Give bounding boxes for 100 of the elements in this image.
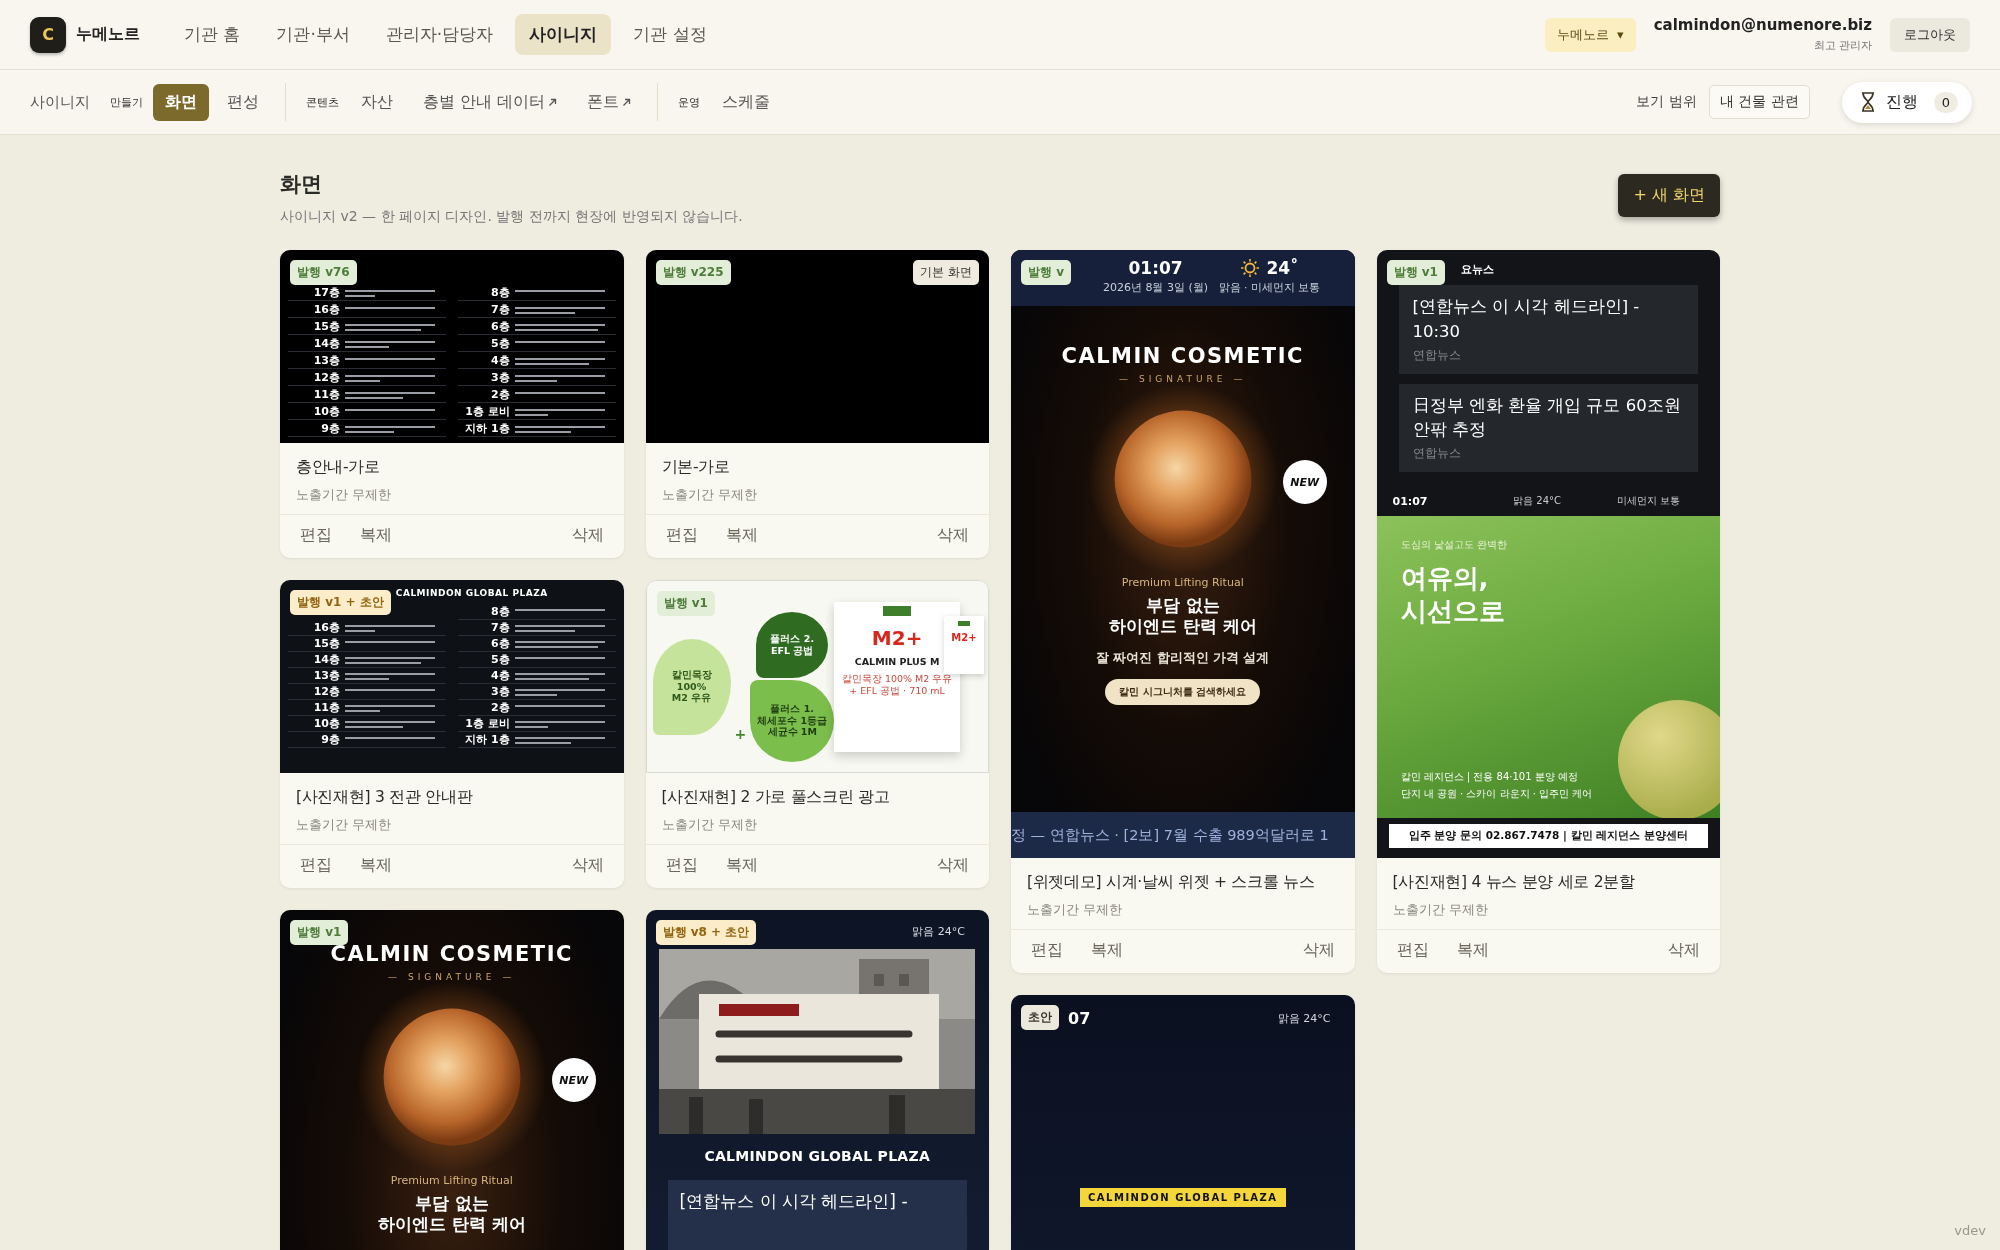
- duplicate-button[interactable]: 복제: [1456, 940, 1489, 961]
- product-name: CALMIN PLUS M: [854, 655, 940, 667]
- floor-label: 15층: [312, 636, 340, 651]
- brand-title: CALMIN COSMETIC: [330, 942, 573, 966]
- logout-button[interactable]: 로그아웃: [1890, 17, 1970, 52]
- edit-button[interactable]: 편집: [1031, 940, 1063, 961]
- card-title: 층안내-가로: [296, 457, 381, 478]
- nav-tab[interactable]: 기관 홈: [170, 14, 255, 55]
- duplicate-button[interactable]: 복제: [725, 525, 758, 546]
- clock-date: 2026년 8월 3일 (월): [1103, 280, 1209, 295]
- duplicate-button[interactable]: 복제: [360, 525, 392, 546]
- plaza-name: CALMINDON GLOBAL PLAZA: [704, 1148, 931, 1164]
- carton-cap: [958, 620, 970, 626]
- floor-label: 7층: [490, 620, 510, 635]
- ad-headline: 부담 없는 하이엔드 탄력 케어: [377, 1193, 526, 1236]
- ad-detail: 칼민 레지던스 | 전용 84·101 분양 예정: [1400, 770, 1579, 785]
- new-screen-button[interactable]: + 새 화면: [1618, 174, 1720, 217]
- delete-button[interactable]: 삭제: [937, 855, 969, 876]
- floor-label: 14층: [312, 652, 340, 667]
- edit-button[interactable]: 편집: [300, 525, 332, 546]
- delete-button[interactable]: 삭제: [571, 525, 604, 546]
- subnav-tab[interactable]: 폰트: [575, 83, 644, 121]
- delete-button[interactable]: 삭제: [1668, 940, 1700, 961]
- clock-time: 01:07: [1128, 258, 1183, 278]
- duplicate-button[interactable]: 복제: [360, 855, 392, 876]
- duplicate-button[interactable]: 복제: [1091, 940, 1123, 961]
- product-note: 칼민목장 100% M2 우유 + EFL 공법 · 710 mL: [841, 672, 953, 698]
- ad-headline: 부담 없는 하이엔드 탄력 케어: [1108, 595, 1257, 638]
- search-pill: 칼민 시그니처를 검색하세요: [1105, 678, 1261, 705]
- subnav-tab[interactable]: 스케줄: [710, 83, 783, 121]
- delete-button[interactable]: 삭제: [937, 525, 969, 546]
- clock-time: 07: [1068, 1009, 1091, 1028]
- news-ticker: 정 — 연합뉴스 · [2보] 7월 수출 989억달러로 1: [1011, 825, 1329, 845]
- edit-button[interactable]: 편집: [665, 525, 698, 546]
- section-link[interactable]: 사이니지: [30, 92, 90, 112]
- floor-label: 1층 로비: [464, 716, 510, 731]
- temperature: 24˚: [1266, 258, 1299, 278]
- brand-subline: — SIGNATURE —: [1119, 374, 1247, 384]
- feature-drop: 칼민목장 100% M2 우유: [652, 638, 731, 735]
- page-subtitle: 사이니지 v2 — 한 페이지 디자인. 발행 전까지 현장에 반영되지 않습니다.: [280, 208, 743, 226]
- floor-label: 7층: [490, 301, 510, 317]
- group-label: 콘텐츠: [306, 94, 339, 110]
- weather-text: 맑음 · 미세먼지 보통: [1218, 280, 1321, 295]
- contact-bar: 입주 분양 문의 02.867.7478 | 칼민 레지던스 분양센터: [1388, 824, 1708, 848]
- news-title: [연합뉴스 이 시각 헤드라인] -: [679, 1190, 909, 1213]
- subnav-tab[interactable]: 자산: [349, 83, 405, 121]
- plus-sign: +: [734, 725, 747, 742]
- subnav-tab[interactable]: 층별 안내 데이터: [411, 83, 570, 121]
- delete-button[interactable]: 삭제: [1302, 940, 1335, 961]
- nav-tab[interactable]: 기관 설정: [619, 14, 721, 55]
- edit-button[interactable]: 편집: [665, 855, 698, 876]
- subnav-tab[interactable]: 편성: [215, 83, 271, 121]
- floor-label: 11층: [312, 386, 340, 402]
- news-title: 日정부 엔화 환율 개입 규모 60조원 안팎 추정: [1412, 394, 1682, 442]
- duplicate-button[interactable]: 복제: [725, 855, 758, 876]
- ad-tagline: 잘 짜여진 합리적인 가격 설계: [1096, 649, 1270, 667]
- floor-label: 지하 1층: [464, 732, 510, 747]
- status-badge: 발행 v1: [290, 920, 349, 945]
- nav-tab[interactable]: 사이니지: [515, 14, 612, 55]
- venue-label: CALMINDON GLOBAL PLAZA: [1080, 1188, 1286, 1207]
- carton-cap: [883, 605, 912, 616]
- external-link-icon: [622, 97, 632, 107]
- new-badge: NEW: [551, 1058, 596, 1102]
- brand-subline: — SIGNATURE —: [388, 972, 516, 982]
- feature-drop: 플러스 2. EFL 공법: [756, 611, 829, 678]
- nav-tab[interactable]: 관리자·담당자: [371, 14, 508, 55]
- user-role: 최고 관리자: [1813, 38, 1872, 53]
- floor-label: 4층: [490, 352, 510, 368]
- external-link-icon: [548, 97, 558, 107]
- status-badge: 발행 v8 + 초안: [655, 920, 757, 945]
- progress-button[interactable]: 진행 0: [1841, 81, 1972, 123]
- preview-heading: CALMINDON GLOBAL PLAZA: [394, 588, 549, 598]
- delete-button[interactable]: 삭제: [571, 855, 604, 876]
- scope-select[interactable]: 내 건물 관련: [1708, 85, 1810, 119]
- floor-label: 11층: [312, 700, 340, 715]
- page-title: 화면: [280, 171, 323, 198]
- floor-label: 5층: [490, 652, 510, 667]
- brand-title: CALMIN COSMETIC: [1061, 344, 1304, 368]
- floor-label: 13층: [312, 352, 340, 368]
- app-logo[interactable]: C: [30, 16, 66, 53]
- nav-tab[interactable]: 기관·부서: [262, 14, 364, 55]
- floor-label: 2층: [490, 386, 510, 402]
- org-select[interactable]: 누메노르 ▾: [1545, 17, 1636, 52]
- floor-label: 17층: [312, 284, 340, 300]
- floor-label: 16층: [312, 301, 340, 317]
- news-title: [연합뉴스 이 시각 헤드라인] - 10:30: [1412, 296, 1641, 343]
- group-label: 운영: [678, 94, 701, 110]
- edit-button[interactable]: 편집: [1396, 940, 1429, 961]
- card-title: [사진재현] 3 전관 안내판: [296, 787, 474, 808]
- card-subtitle: 노출기간 무제한: [296, 486, 393, 504]
- edit-button[interactable]: 편집: [300, 855, 332, 876]
- brand-name: 누메노르: [76, 24, 140, 45]
- subnav-tab[interactable]: 화면: [153, 83, 209, 121]
- status-badge: 발행 v76: [290, 260, 357, 285]
- card-title: [사진재현] 2 가로 풀스크린 광고: [661, 787, 891, 808]
- status-text: 미세먼지 보통: [1615, 494, 1681, 508]
- news-source: 연합뉴스: [1412, 445, 1462, 462]
- weather-text: 맑음 24°C: [1277, 1011, 1331, 1026]
- product-mark: M2+: [871, 625, 923, 650]
- card-subtitle: 노출기간 무제한: [1027, 901, 1124, 919]
